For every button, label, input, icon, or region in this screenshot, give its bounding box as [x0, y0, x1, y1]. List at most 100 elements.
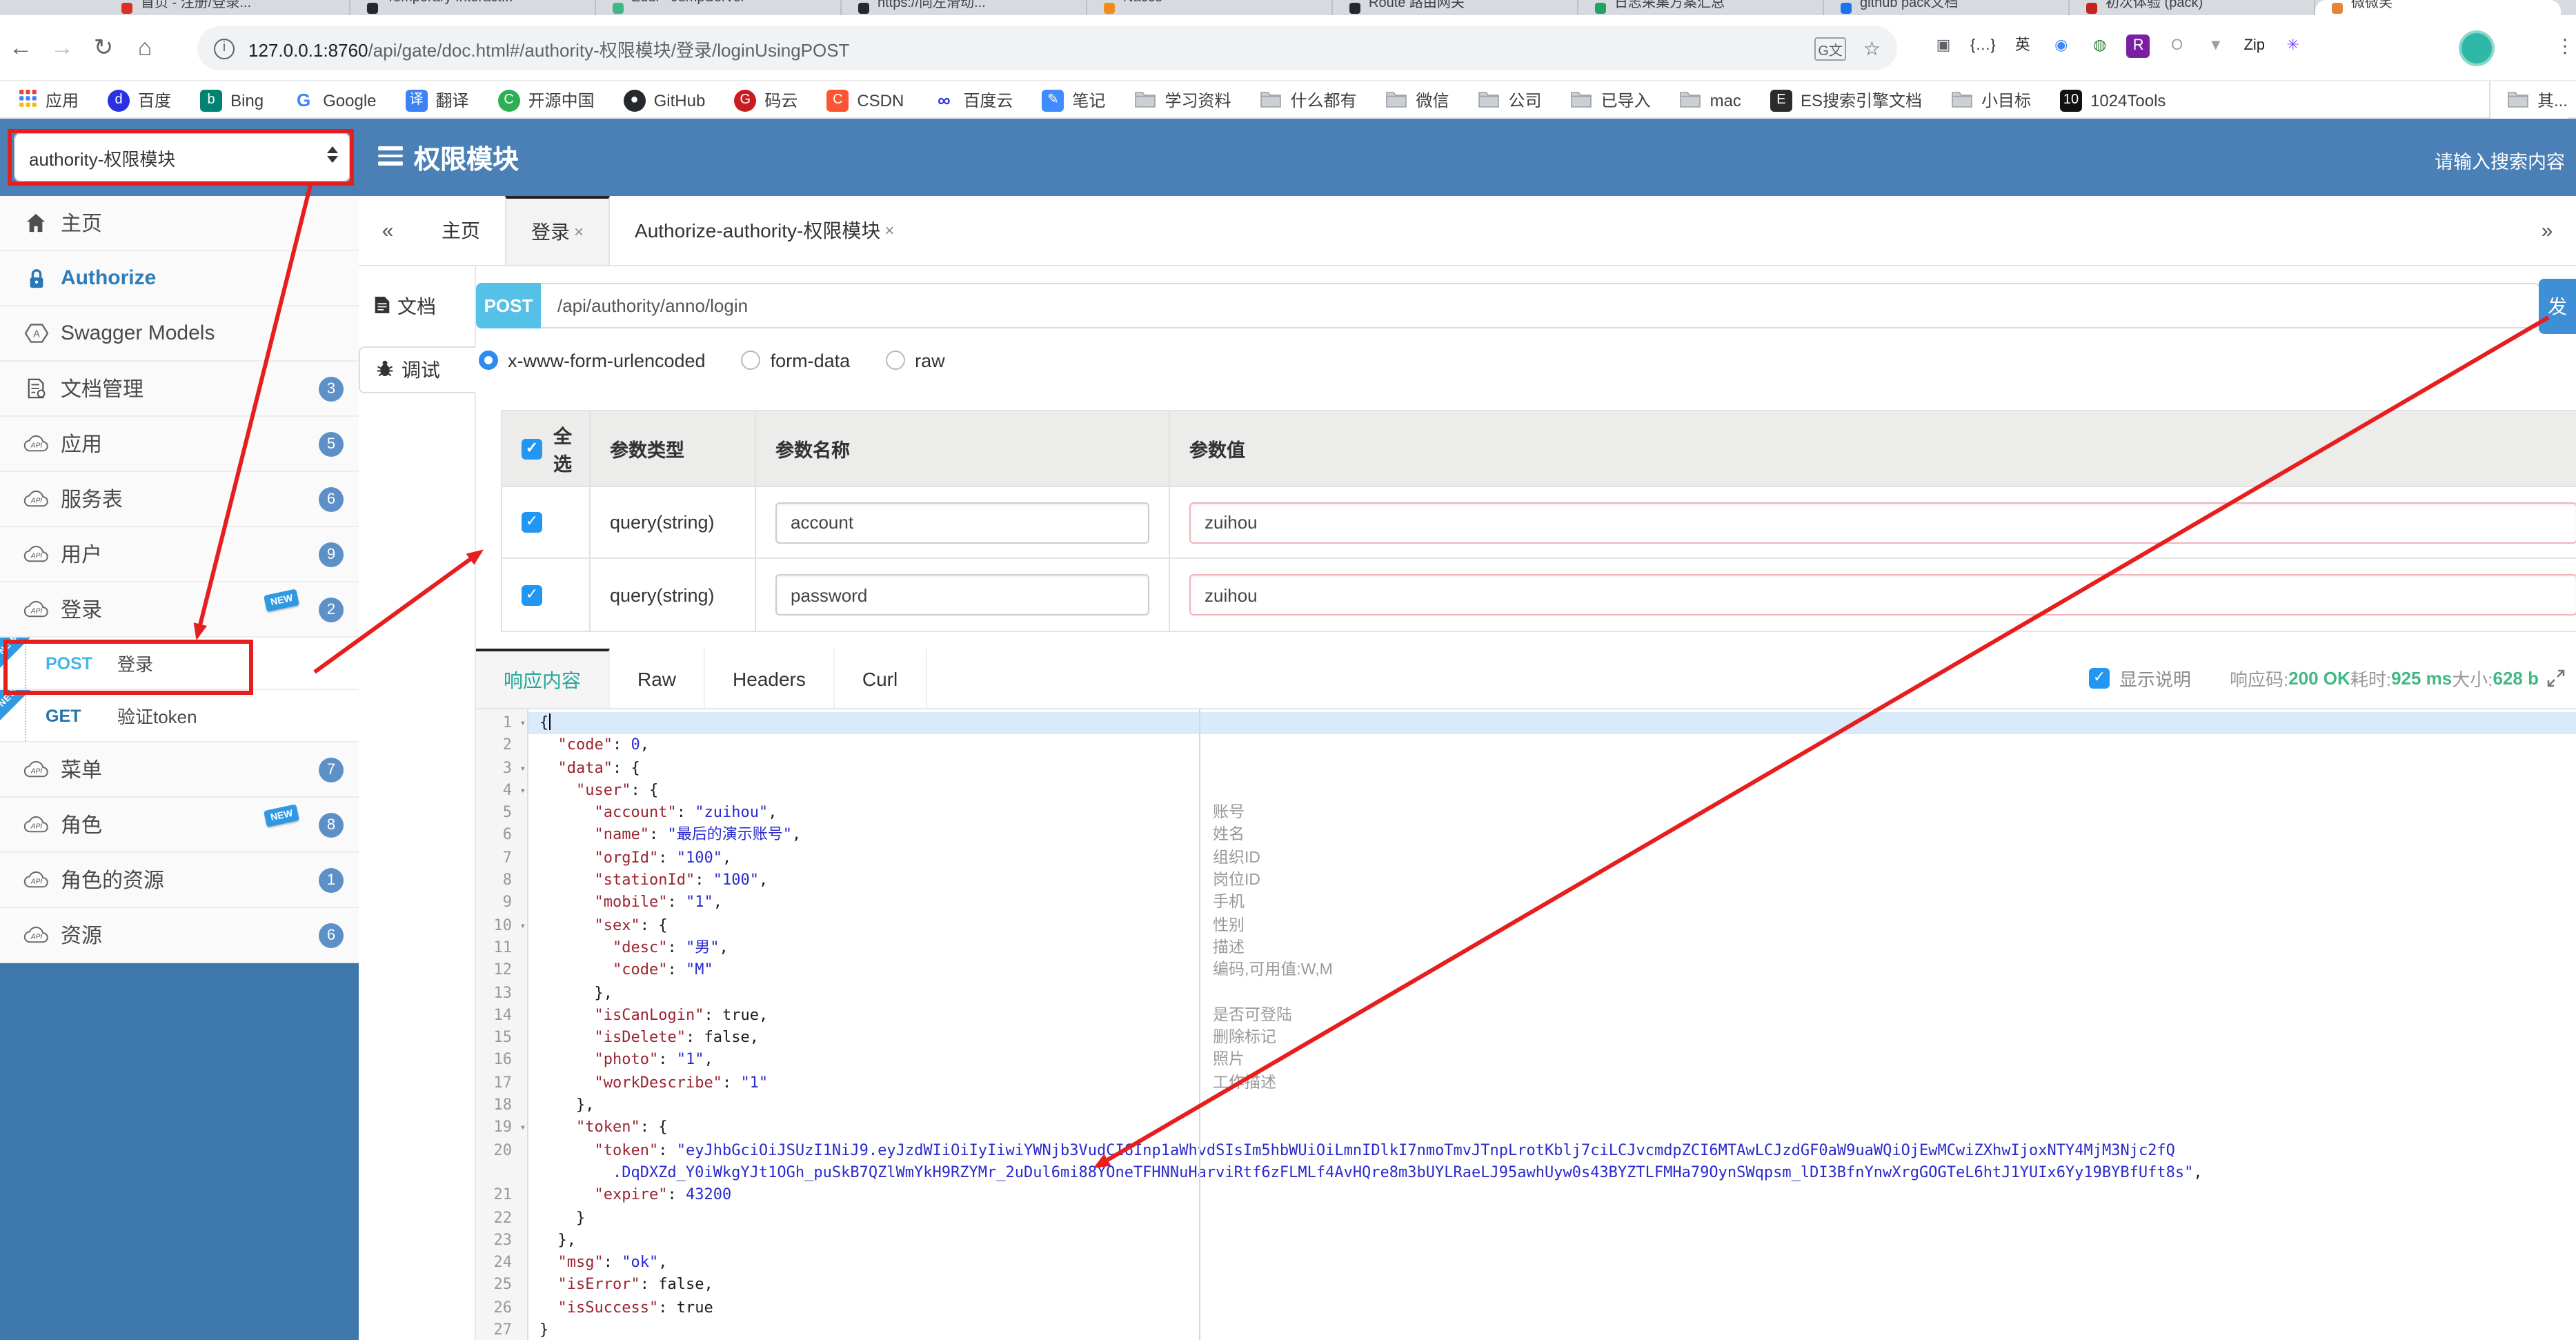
- expand-tabs-icon[interactable]: »: [2518, 196, 2576, 265]
- code-line[interactable]: "photo": "1", 照片: [528, 1050, 2576, 1072]
- asterisk-extension-icon[interactable]: ✳: [2281, 35, 2305, 58]
- sidebar-item[interactable]: API 登录 NEW 2: [0, 582, 359, 638]
- bookmark-item[interactable]: ● GitHub: [623, 89, 705, 111]
- bookmark-item[interactable]: 什么都有: [1260, 88, 1357, 112]
- browser-menu-icon[interactable]: ⋮: [2555, 35, 2575, 58]
- bookmark-item[interactable]: E ES搜索引擎文档: [1770, 88, 1922, 112]
- fold-arrow-icon[interactable]: ▾: [520, 780, 526, 802]
- body-type-option[interactable]: form-data: [741, 350, 850, 371]
- bookmark-star-icon[interactable]: ☆: [1863, 37, 1881, 60]
- screenshot-extension-icon[interactable]: ▣: [1932, 35, 1955, 58]
- gray-circle-extension-icon[interactable]: O: [2166, 35, 2189, 58]
- code-line[interactable]: "account": "zuihou", 账号: [528, 802, 2576, 825]
- code-line[interactable]: "msg": "ok",: [528, 1252, 2576, 1274]
- search-input[interactable]: 请输入搜索内容: [2435, 146, 2565, 174]
- menu-toggle-icon[interactable]: [378, 146, 403, 165]
- code-line[interactable]: "token": {: [528, 1117, 2576, 1140]
- bookmark-item[interactable]: 译翻译: [405, 88, 469, 112]
- browser-tab[interactable]: Zuul - JumpServer: [596, 0, 842, 15]
- bookmark-item[interactable]: 应用: [19, 88, 79, 112]
- endpoint-path-input[interactable]: [541, 283, 2540, 328]
- bookmark-item[interactable]: G 码云: [734, 88, 797, 112]
- code-line[interactable]: "token": "eyJhbGciOiJSUzI1NiJ9.eyJzdWIiO…: [528, 1139, 2576, 1162]
- back-icon[interactable]: ←: [0, 34, 41, 61]
- param-checkbox[interactable]: ✓: [522, 512, 542, 533]
- code-line[interactable]: "code": "M" 编码,可用值:W,M: [528, 960, 2576, 983]
- translate-extension-icon[interactable]: 英: [2011, 35, 2034, 58]
- code-line[interactable]: .DqDXZd_Y0iWkgYJt1OGh_puSkB7QZlWmYkH9RZY…: [528, 1162, 2576, 1185]
- param-name-input[interactable]: [775, 574, 1149, 615]
- site-info-icon[interactable]: i: [214, 38, 235, 59]
- browser-tab[interactable]: github pack文档: [1824, 0, 2070, 15]
- browser-tab[interactable]: Nacos: [1087, 0, 1333, 15]
- browser-tab[interactable]: 初次体验 (pack): [2070, 0, 2315, 15]
- profile-avatar[interactable]: [2459, 30, 2495, 66]
- browser-tab[interactable]: Temporary Interact...: [350, 0, 596, 15]
- browser-tab[interactable]: 日志采集方案汇总: [1578, 0, 1824, 15]
- side-nav-doc[interactable]: 文档: [359, 283, 475, 330]
- sidebar-item[interactable]: 主页: [0, 196, 359, 251]
- collapse-tabs-icon[interactable]: «: [359, 196, 417, 265]
- sidebar-item[interactable]: A Swagger Models: [0, 306, 359, 362]
- globe-extension-icon[interactable]: ◍: [2088, 35, 2112, 58]
- code-line[interactable]: "mobile": "1", 手机: [528, 892, 2576, 915]
- doc-tab[interactable]: 主页: [417, 196, 505, 265]
- code-line[interactable]: "sex": {性别: [528, 914, 2576, 937]
- code-line[interactable]: "isSuccess": true: [528, 1297, 2576, 1319]
- json-viewer-extension-icon[interactable]: {…}: [1970, 35, 1996, 58]
- select-all-checkbox[interactable]: ✓: [522, 438, 542, 459]
- fold-arrow-icon[interactable]: ▾: [520, 914, 526, 937]
- reload-icon[interactable]: ↻: [83, 34, 124, 61]
- sidebar-item[interactable]: API 菜单 7: [0, 742, 359, 798]
- param-name-input[interactable]: [775, 502, 1149, 543]
- param-checkbox[interactable]: ✓: [522, 584, 542, 605]
- fullscreen-icon[interactable]: [2547, 669, 2565, 687]
- doc-tab[interactable]: Authorize-authority-权限模块 ×: [610, 196, 919, 265]
- response-tab[interactable]: 响应内容: [476, 649, 610, 708]
- code-line[interactable]: },: [528, 982, 2576, 1005]
- address-bar[interactable]: i 127.0.0.1:8760/api/gate/doc.html#/auth…: [197, 26, 1897, 70]
- doc-tab[interactable]: 登录 ×: [505, 196, 611, 265]
- sidebar-item[interactable]: 文档管理 3: [0, 362, 359, 417]
- response-tab[interactable]: Headers: [705, 649, 835, 708]
- bookmark-item[interactable]: b Bing: [200, 89, 264, 111]
- sidebar-item[interactable]: API 角色 NEW 8: [0, 798, 359, 853]
- bookmark-item[interactable]: 10 1024Tools: [2060, 89, 2166, 111]
- code-line[interactable]: "name": "最后的演示账号", 姓名: [528, 825, 2576, 847]
- code-line[interactable]: },: [528, 1094, 2576, 1117]
- show-description-checkbox[interactable]: ✓: [2088, 668, 2110, 689]
- sidebar-endpoint-get[interactable]: NEW GET 验证token: [0, 686, 359, 742]
- param-value-input[interactable]: [1189, 502, 2576, 543]
- chrome-extension-icon[interactable]: ◉: [2050, 35, 2073, 58]
- radio-selected-icon[interactable]: [479, 351, 498, 370]
- browser-tab[interactable]: https://向左滑动...: [842, 0, 1087, 15]
- side-nav-bug[interactable]: 调试: [359, 346, 476, 393]
- sidebar-item[interactable]: API 资源 6: [0, 908, 359, 963]
- show-description-toggle[interactable]: ✓ 显示说明: [2088, 665, 2191, 691]
- fold-arrow-icon[interactable]: ▾: [520, 712, 526, 735]
- body-type-option[interactable]: raw: [886, 350, 945, 371]
- code-line[interactable]: }: [528, 1319, 2576, 1340]
- fold-arrow-icon[interactable]: ▾: [520, 757, 526, 780]
- fold-arrow-icon[interactable]: ▾: [520, 1117, 526, 1140]
- code-line[interactable]: }: [528, 1207, 2576, 1230]
- sidebar-item[interactable]: API 应用 5: [0, 417, 359, 472]
- close-tab-icon[interactable]: ×: [574, 222, 584, 242]
- sidebar-item[interactable]: API 用户 9: [0, 527, 359, 582]
- bookmark-item[interactable]: ∞ 百度云: [933, 88, 1013, 112]
- param-value-input[interactable]: [1189, 574, 2576, 615]
- code-line[interactable]: "isError": false,: [528, 1274, 2576, 1297]
- module-select[interactable]: authority-权限模块: [14, 132, 350, 182]
- response-tab[interactable]: Curl: [835, 649, 927, 708]
- code-line[interactable]: "expire": 43200: [528, 1184, 2576, 1207]
- code-line[interactable]: "orgId": "100", 组织ID: [528, 847, 2576, 870]
- home-icon[interactable]: ⌂: [124, 34, 166, 61]
- bookmark-item[interactable]: mac: [1680, 89, 1741, 111]
- code-line[interactable]: {: [528, 712, 2576, 735]
- browser-tab[interactable]: 首页 - 注册/登录...: [105, 0, 350, 15]
- bookmark-item[interactable]: 已导入: [1571, 88, 1651, 112]
- sidebar-endpoint-post[interactable]: NEW POST 登录: [0, 633, 359, 690]
- bookmark-item[interactable]: d 百度: [108, 88, 171, 112]
- browser-tab[interactable]: Route 路由网关: [1333, 0, 1578, 15]
- bookmark-item[interactable]: ✎ 笔记: [1042, 88, 1105, 112]
